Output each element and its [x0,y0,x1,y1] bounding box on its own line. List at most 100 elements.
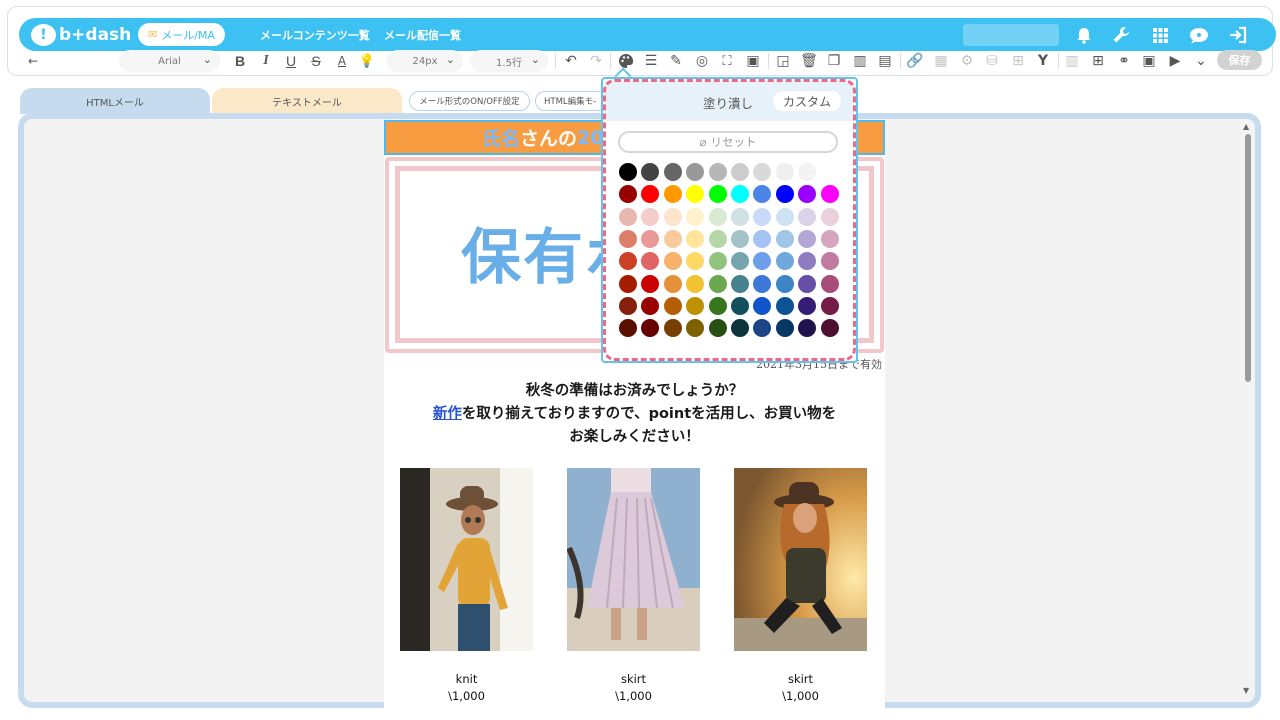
color-swatch[interactable] [708,252,727,271]
text-color-icon[interactable]: A [334,50,350,72]
color-swatch[interactable] [708,274,727,293]
align-icon[interactable]: ☰ [642,50,660,72]
logout-icon[interactable] [1227,24,1249,46]
color-swatch[interactable] [641,207,660,226]
color-swatch[interactable] [708,185,727,204]
color-swatch[interactable] [619,296,637,315]
undo-icon[interactable]: ↶ [562,50,580,72]
chat-icon[interactable] [1188,24,1210,46]
database-icon[interactable]: ⛁ [983,50,1001,72]
scrollbar-thumb[interactable] [1245,134,1251,382]
link-icon[interactable]: 🔗 [906,50,924,72]
color-swatch[interactable] [663,274,682,293]
columns-icon[interactable]: ▥ [851,50,869,72]
save-button[interactable]: 保存 [1217,50,1262,70]
color-swatch[interactable] [619,274,637,293]
color-swatch[interactable] [663,319,682,338]
font-size-select[interactable]: 24px ⌄ [387,50,463,72]
color-swatch[interactable] [753,207,772,226]
color-swatch[interactable] [708,163,727,181]
color-swatch[interactable] [753,274,772,293]
back-arrow-icon[interactable]: ← [26,50,40,72]
block-edit-icon[interactable]: ◲ [774,50,792,72]
calendar-icon[interactable]: ▦ [932,50,950,72]
color-swatch[interactable] [731,163,749,181]
more-chevron-icon[interactable]: ⌄ [1192,50,1210,72]
color-swatch[interactable] [775,296,794,315]
color-swatch[interactable] [798,229,817,248]
reset-color-button[interactable]: ⌀ リセット [618,131,838,153]
new-items-link[interactable]: 新作 [433,406,462,422]
tab-html-mail[interactable]: HTMLメール [20,88,210,114]
line-height-select[interactable]: 1.5行 ⌄ [470,50,548,72]
grid-icon[interactable] [1149,24,1171,46]
color-swatch[interactable] [775,207,794,226]
color-swatch[interactable] [663,185,682,204]
color-swatch[interactable] [820,207,839,226]
color-swatch[interactable] [731,296,749,315]
target-icon[interactable]: ◎ [693,50,711,72]
color-swatch[interactable] [820,274,839,293]
font-family-select[interactable]: Arial ⌄ [119,50,220,72]
html-edit-mode-button[interactable]: HTML編集モ- [535,91,607,111]
color-swatch[interactable] [820,252,839,271]
logo[interactable]: ! b+dash [31,22,131,47]
mail-format-onoff-button[interactable]: メール形式のON/OFF設定 [409,91,530,111]
color-swatch[interactable] [663,252,682,271]
link-settings-icon[interactable]: ⚭ [1115,50,1133,72]
copy-icon[interactable]: ❐ [825,50,843,72]
color-swatch[interactable] [641,274,660,293]
color-swatch[interactable] [731,319,749,338]
branch-icon[interactable]: Y [1034,50,1052,72]
trash-icon[interactable]: 🗑 [800,50,818,72]
italic-icon[interactable]: I [258,50,274,72]
color-swatch[interactable] [820,229,839,248]
fill-tab[interactable]: 塗り潰し [703,93,753,112]
color-swatch[interactable] [619,229,637,248]
fullscreen-icon[interactable]: ⛶ [718,50,736,72]
color-swatch[interactable] [820,163,839,181]
scroll-up-icon[interactable]: ▲ [1243,122,1249,131]
rows-icon[interactable]: ▤ [876,50,894,72]
palette-icon[interactable] [617,50,635,72]
color-swatch[interactable] [820,185,839,204]
lightbulb-icon[interactable]: 💡 [359,50,375,72]
color-swatch[interactable] [686,229,705,248]
product-card[interactable]: knit \1,000 [400,468,533,703]
color-swatch[interactable] [775,252,794,271]
color-swatch[interactable] [820,319,839,338]
image-icon[interactable]: ▣ [744,50,762,72]
widget-add-icon[interactable]: ⊞ [1089,50,1107,72]
color-swatch[interactable] [619,319,637,338]
color-swatch[interactable] [775,163,794,181]
wrench-icon[interactable] [1110,24,1132,46]
color-swatch[interactable] [686,274,705,293]
email-message[interactable]: 秋冬の準備はお済みでしょうか？ 新作を取り揃えておりますので、pointを活用し… [384,380,885,449]
color-swatch[interactable] [663,207,682,226]
custom-color-button[interactable]: カスタム [773,91,841,111]
product-card[interactable]: skirt \1,000 [734,468,867,703]
product-card[interactable]: skirt \1,000 [567,468,700,703]
scroll-down-icon[interactable]: ▼ [1243,686,1249,695]
nav-mail-contents[interactable]: メールコンテンツ一覧 [260,27,370,43]
color-swatch[interactable] [820,296,839,315]
bold-icon[interactable]: B [232,50,248,72]
add-block-icon[interactable]: ⊞ [1009,50,1027,72]
gears-icon[interactable]: ⚙ [957,50,977,72]
color-swatch[interactable] [708,229,727,248]
canvas-scrollbar[interactable]: ▲ ▼ [1242,122,1254,695]
video-icon[interactable]: ▶ [1166,50,1184,72]
color-swatch[interactable] [686,296,705,315]
bell-icon[interactable] [1073,24,1095,46]
color-swatch[interactable] [775,274,794,293]
nav-mail-delivery[interactable]: メール配信一覧 [384,27,461,43]
pen-icon[interactable]: ✎ [667,50,685,72]
color-swatch[interactable] [731,229,749,248]
color-swatch[interactable] [798,296,817,315]
strikethrough-icon[interactable]: S [308,50,324,72]
color-swatch[interactable] [619,163,637,181]
color-swatch[interactable] [663,229,682,248]
color-swatch[interactable] [798,274,817,293]
color-swatch[interactable] [775,185,794,204]
color-swatch[interactable] [663,296,682,315]
